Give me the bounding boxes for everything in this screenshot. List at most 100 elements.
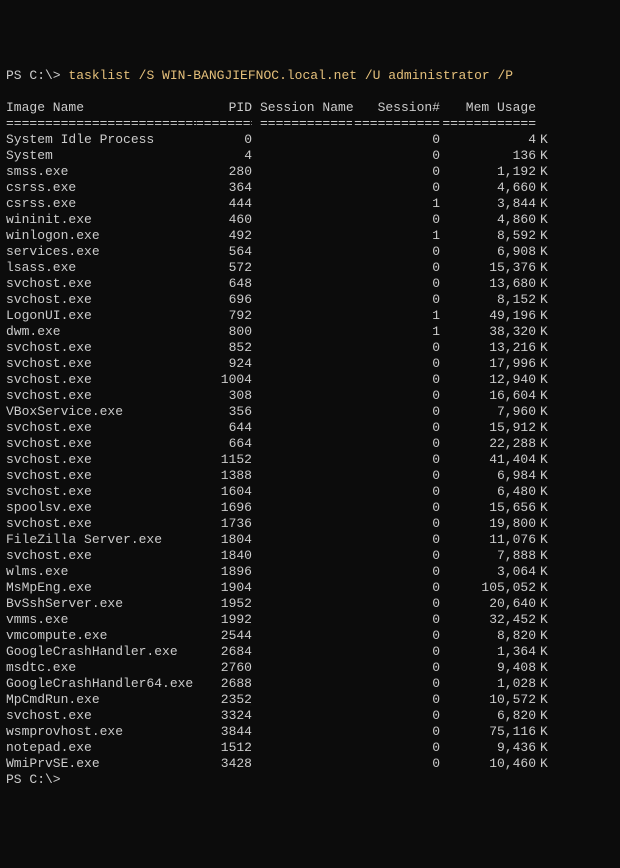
table-row: smss.exe28001,192K — [6, 164, 614, 180]
separator-cell: ================ — [252, 116, 352, 132]
table-row: svchost.exe648013,680K — [6, 276, 614, 292]
table-cell: svchost.exe — [6, 708, 196, 724]
table-header: Image NamePIDSession NameSession#Mem Usa… — [6, 100, 614, 116]
table-cell — [252, 644, 352, 660]
table-cell: 0 — [352, 164, 440, 180]
table-cell: K — [536, 244, 554, 260]
table-cell: 10,460 — [440, 756, 536, 772]
header-cell: PID — [196, 100, 252, 116]
table-cell: 0 — [352, 180, 440, 196]
table-cell: svchost.exe — [6, 548, 196, 564]
table-cell: 0 — [352, 500, 440, 516]
table-cell: 664 — [196, 436, 252, 452]
table-cell — [252, 260, 352, 276]
table-cell: K — [536, 180, 554, 196]
table-cell: 0 — [352, 340, 440, 356]
table-cell: 0 — [352, 436, 440, 452]
table-cell: 19,800 — [440, 516, 536, 532]
table-row: wsmprovhost.exe3844075,116K — [6, 724, 614, 740]
table-cell: 0 — [352, 420, 440, 436]
table-row: spoolsv.exe1696015,656K — [6, 500, 614, 516]
table-row: vmms.exe1992032,452K — [6, 612, 614, 628]
table-cell: 0 — [352, 468, 440, 484]
table-cell: svchost.exe — [6, 292, 196, 308]
table-cell: 0 — [352, 132, 440, 148]
table-cell: 6,480 — [440, 484, 536, 500]
table-cell — [252, 228, 352, 244]
table-cell: 41,404 — [440, 452, 536, 468]
table-cell — [252, 692, 352, 708]
table-cell: 4,860 — [440, 212, 536, 228]
table-row: MsMpEng.exe19040105,052K — [6, 580, 614, 596]
table-cell: services.exe — [6, 244, 196, 260]
table-row: svchost.exe1004012,940K — [6, 372, 614, 388]
table-cell: 2352 — [196, 692, 252, 708]
table-cell: 1904 — [196, 580, 252, 596]
table-cell: K — [536, 228, 554, 244]
table-cell: K — [536, 292, 554, 308]
table-cell: K — [536, 628, 554, 644]
table-cell: 75,116 — [440, 724, 536, 740]
table-cell: 4 — [440, 132, 536, 148]
table-cell: 492 — [196, 228, 252, 244]
table-row: GoogleCrashHandler64.exe268801,028K — [6, 676, 614, 692]
table-cell: 444 — [196, 196, 252, 212]
table-cell: K — [536, 276, 554, 292]
table-cell: 9,408 — [440, 660, 536, 676]
table-cell: K — [536, 532, 554, 548]
table-cell — [252, 468, 352, 484]
table-cell: 0 — [352, 244, 440, 260]
terminal-window[interactable]: PS C:\> tasklist /S WIN-BANGJIEFNOC.loca… — [6, 68, 614, 788]
table-cell: 1 — [352, 324, 440, 340]
table-row: BvSshServer.exe1952020,640K — [6, 596, 614, 612]
table-cell: 1 — [352, 196, 440, 212]
table-cell: 17,996 — [440, 356, 536, 372]
table-cell: K — [536, 484, 554, 500]
table-cell: GoogleCrashHandler.exe — [6, 644, 196, 660]
table-cell: 2688 — [196, 676, 252, 692]
table-cell: svchost.exe — [6, 436, 196, 452]
table-cell — [252, 180, 352, 196]
separator-cell: ========================= — [6, 116, 196, 132]
table-row: LogonUI.exe792149,196K — [6, 308, 614, 324]
table-cell — [252, 548, 352, 564]
table-cell: svchost.exe — [6, 420, 196, 436]
table-cell — [252, 148, 352, 164]
table-cell: 2684 — [196, 644, 252, 660]
prompt-prefix: PS C:\> — [6, 772, 61, 787]
table-cell: lsass.exe — [6, 260, 196, 276]
table-cell: 648 — [196, 276, 252, 292]
header-cell — [536, 100, 554, 116]
table-cell — [252, 564, 352, 580]
table-cell: 0 — [352, 596, 440, 612]
table-cell: K — [536, 676, 554, 692]
table-cell: 20,640 — [440, 596, 536, 612]
table-cell: K — [536, 212, 554, 228]
table-cell: svchost.exe — [6, 356, 196, 372]
table-cell: 105,052 — [440, 580, 536, 596]
table-cell — [252, 372, 352, 388]
table-cell: 696 — [196, 292, 252, 308]
table-row: services.exe56406,908K — [6, 244, 614, 260]
table-cell: 0 — [352, 404, 440, 420]
table-cell: 0 — [352, 548, 440, 564]
table-cell: wsmprovhost.exe — [6, 724, 196, 740]
table-cell: 356 — [196, 404, 252, 420]
table-cell: 1 — [352, 308, 440, 324]
table-cell: 22,288 — [440, 436, 536, 452]
table-cell: K — [536, 548, 554, 564]
table-cell: 16,604 — [440, 388, 536, 404]
table-row: System Idle Process004K — [6, 132, 614, 148]
table-cell — [252, 532, 352, 548]
table-cell: 800 — [196, 324, 252, 340]
table-cell — [252, 340, 352, 356]
table-row: svchost.exe184007,888K — [6, 548, 614, 564]
table-cell: 13,680 — [440, 276, 536, 292]
table-cell: 0 — [352, 708, 440, 724]
table-cell: 10,572 — [440, 692, 536, 708]
table-row: wlms.exe189603,064K — [6, 564, 614, 580]
table-cell: 15,912 — [440, 420, 536, 436]
table-cell: K — [536, 612, 554, 628]
table-cell: svchost.exe — [6, 388, 196, 404]
table-row: WmiPrvSE.exe3428010,460K — [6, 756, 614, 772]
